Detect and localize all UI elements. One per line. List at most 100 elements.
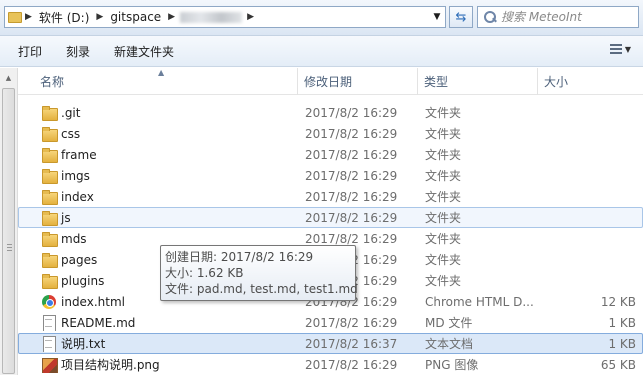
- file-name: index.html: [61, 294, 125, 309]
- file-name-cell: 项目结构说明.png: [19, 356, 299, 373]
- folder-icon: [41, 126, 58, 142]
- change-view-button[interactable]: ▼: [609, 44, 631, 55]
- file-row[interactable]: js 2017/8/2 16:29 文件夹: [18, 207, 643, 228]
- image-icon: [41, 357, 58, 373]
- address-bar-row: ▶ 软件 (D:) ▶ gitspace ▶ ▶ ▼ ⇆: [0, 0, 643, 36]
- tooltip-files: 文件: pad.md, test.md, test1.md: [165, 282, 358, 296]
- breadcrumb-gitspace[interactable]: gitspace: [106, 10, 165, 24]
- file-rows: .git 2017/8/2 16:29 文件夹 css 2017/8/2 16:29 文件…: [18, 102, 643, 375]
- breadcrumb-redacted[interactable]: [180, 11, 243, 23]
- chevron-down-icon: ▼: [624, 45, 631, 54]
- column-header-date[interactable]: 修改日期: [298, 68, 418, 95]
- file-name: pages: [61, 252, 98, 267]
- file-name: css: [61, 126, 81, 141]
- file-row[interactable]: index 2017/8/2 16:29 文件夹: [18, 186, 643, 207]
- file-size: 12 KB: [600, 294, 636, 309]
- file-type: 文件夹: [425, 127, 462, 141]
- folder-icon: [41, 231, 58, 247]
- file-name: plugins: [61, 273, 105, 288]
- file-type: 文件夹: [425, 211, 462, 225]
- file-date: 2017/8/2 16:29: [305, 189, 398, 204]
- breadcrumb-chevron-icon[interactable]: ▶: [93, 12, 106, 22]
- vertical-scrollbar[interactable]: ▲: [0, 68, 18, 375]
- folder-icon: [41, 273, 58, 289]
- file-name-cell: css: [19, 126, 299, 142]
- file-name-cell: imgs: [19, 168, 299, 184]
- file-type: MD 文件: [425, 316, 473, 330]
- folder-icon: [41, 189, 58, 205]
- burn-button[interactable]: 刻录: [54, 39, 102, 63]
- new-folder-button[interactable]: 新建文件夹: [102, 39, 186, 63]
- file-name-cell: js: [19, 210, 299, 226]
- file-name: mds: [61, 231, 87, 246]
- search-input[interactable]: [501, 10, 636, 24]
- scroll-up-icon[interactable]: ▲: [0, 69, 17, 86]
- file-type: 文件夹: [425, 169, 462, 183]
- file-date: 2017/8/2 16:29: [305, 147, 398, 162]
- file-date: 2017/8/2 16:29: [305, 105, 398, 120]
- file-name-cell: .git: [19, 105, 299, 121]
- folder-icon: [41, 147, 58, 163]
- refresh-icon: ⇆: [455, 9, 467, 25]
- tooltip-size: 大小: 1.62 KB: [165, 266, 244, 280]
- file-type: 文件夹: [425, 274, 462, 288]
- file-type: 文件夹: [425, 232, 462, 246]
- column-header-row: ▲ 名称 修改日期 类型 大小: [18, 68, 643, 95]
- file-row[interactable]: .git 2017/8/2 16:29 文件夹: [18, 102, 643, 123]
- file-name: index: [61, 189, 94, 204]
- print-button[interactable]: 打印: [0, 39, 54, 63]
- breadcrumb-chevron-icon[interactable]: ▶: [244, 12, 257, 22]
- tooltip-created: 创建日期: 2017/8/2 16:29: [165, 250, 314, 264]
- file-name: 说明.txt: [61, 337, 106, 351]
- file-date: 2017/8/2 16:29: [305, 315, 398, 330]
- file-row[interactable]: css 2017/8/2 16:29 文件夹: [18, 123, 643, 144]
- file-name: .git: [61, 105, 81, 120]
- command-toolbar: 打印 刻录 新建文件夹 ▼: [0, 36, 643, 67]
- search-box[interactable]: [477, 6, 639, 28]
- address-bar[interactable]: ▶ 软件 (D:) ▶ gitspace ▶ ▶ ▼: [4, 6, 446, 28]
- chrome-icon: [41, 294, 57, 310]
- file-name: frame: [61, 147, 97, 162]
- view-details-icon: [609, 44, 622, 55]
- file-name: 项目结构说明.png: [61, 358, 160, 372]
- scrollbar-thumb[interactable]: [2, 88, 15, 374]
- breadcrumb-chevron-icon[interactable]: ▶: [165, 12, 178, 22]
- file-size: 65 KB: [600, 357, 636, 372]
- file-name-cell: README.md: [19, 314, 299, 331]
- file-type: 文件夹: [425, 253, 462, 267]
- column-header-size[interactable]: 大小: [538, 68, 643, 95]
- file-type: 文件夹: [425, 148, 462, 162]
- file-date: 2017/8/2 16:37: [305, 336, 398, 351]
- folder-icon: [41, 210, 58, 226]
- document-icon: [41, 314, 57, 331]
- file-date: 2017/8/2 16:29: [305, 168, 398, 183]
- file-name: imgs: [61, 168, 90, 183]
- folder-info-tooltip: 创建日期: 2017/8/2 16:29 大小: 1.62 KB 文件: pad…: [160, 245, 358, 301]
- file-row[interactable]: 项目结构说明.png 2017/8/2 16:29 PNG 图像 65 KB: [18, 354, 643, 375]
- breadcrumb-drive[interactable]: 软件 (D:): [35, 9, 93, 26]
- folder-icon: [41, 168, 58, 184]
- file-name-cell: 说明.txt: [19, 335, 299, 352]
- refresh-button[interactable]: ⇆: [449, 6, 473, 28]
- folder-icon: [41, 252, 58, 268]
- file-name-cell: frame: [19, 147, 299, 163]
- file-row[interactable]: README.md 2017/8/2 16:29 MD 文件 1 KB: [18, 312, 643, 333]
- column-header-name[interactable]: 名称: [18, 68, 298, 95]
- breadcrumb-chevron-icon[interactable]: ▶: [22, 12, 35, 22]
- file-row[interactable]: 说明.txt 2017/8/2 16:37 文本文档 1 KB: [18, 333, 643, 354]
- file-row[interactable]: imgs 2017/8/2 16:29 文件夹: [18, 165, 643, 186]
- file-size: 1 KB: [608, 315, 636, 330]
- file-date: 2017/8/2 16:29: [305, 231, 398, 246]
- file-size: 1 KB: [608, 336, 636, 351]
- file-date: 2017/8/2 16:29: [305, 357, 398, 372]
- scrollbar-grip-icon: [7, 244, 12, 251]
- file-date: 2017/8/2 16:29: [305, 210, 398, 225]
- column-header-type[interactable]: 类型: [418, 68, 538, 95]
- file-type: PNG 图像: [425, 358, 479, 372]
- file-type: 文本文档: [425, 337, 474, 351]
- file-row[interactable]: frame 2017/8/2 16:29 文件夹: [18, 144, 643, 165]
- address-dropdown-icon[interactable]: ▼: [429, 7, 445, 27]
- document-icon: [41, 335, 57, 352]
- folder-icon: [41, 105, 58, 121]
- file-name-cell: index: [19, 189, 299, 205]
